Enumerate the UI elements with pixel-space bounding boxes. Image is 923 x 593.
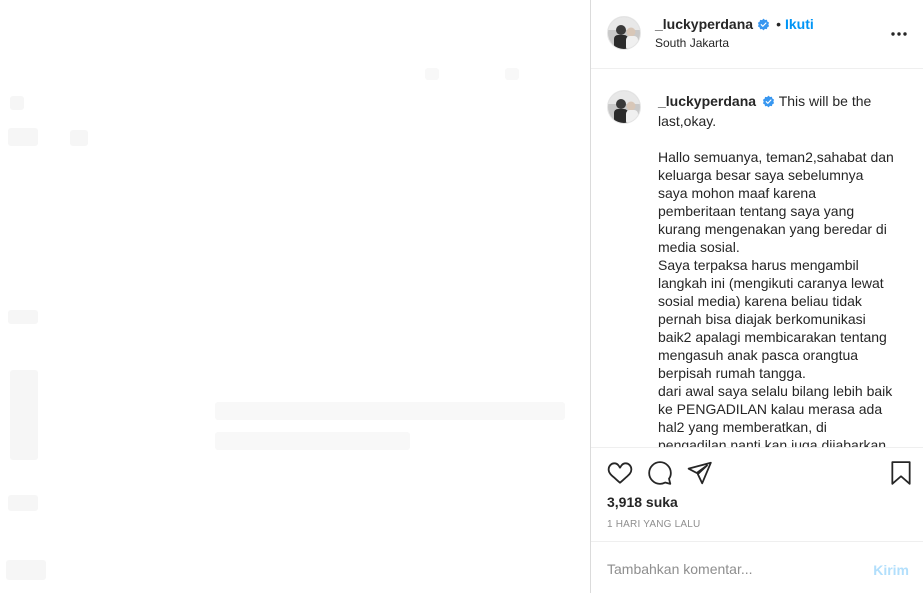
post-caption: _luckyperdana This will be the last,okay…: [658, 92, 896, 447]
separator-dot: •: [776, 16, 781, 32]
media-artifact: [70, 130, 88, 146]
media-artifact: [10, 96, 24, 110]
username-link[interactable]: _luckyperdana: [655, 16, 753, 32]
media-artifact: [215, 432, 410, 450]
caption-username-link[interactable]: _luckyperdana: [658, 93, 756, 109]
media-artifact: [8, 310, 38, 324]
post-timestamp[interactable]: 1 HARI YANG LALU: [607, 519, 700, 530]
comment-divider: [591, 541, 923, 542]
media-artifact: [6, 560, 46, 580]
heart-icon[interactable]: [607, 460, 633, 491]
media-artifact: [425, 68, 439, 80]
location-link[interactable]: South Jakarta: [655, 36, 729, 50]
media-artifact: [505, 68, 519, 80]
share-icon[interactable]: [687, 460, 713, 491]
follow-button[interactable]: Ikuti: [785, 16, 814, 32]
media-artifact: [8, 495, 38, 511]
more-options-icon[interactable]: [889, 24, 909, 44]
post-header: _luckyperdana • Ikuti South Jakarta: [591, 0, 923, 69]
media-artifact: [8, 128, 38, 146]
actions-divider: [591, 447, 923, 448]
media-artifact: [10, 370, 38, 460]
comment-input[interactable]: [607, 558, 847, 580]
header-user-row: _luckyperdana • Ikuti: [655, 16, 814, 34]
likes-count[interactable]: 3,918 suka: [607, 494, 678, 510]
caption-avatar[interactable]: [607, 90, 641, 124]
post-details-panel: _luckyperdana • Ikuti South Jakarta _lucky…: [591, 0, 923, 593]
verified-badge-icon: [757, 18, 770, 34]
post-comment-button[interactable]: Kirim: [873, 562, 909, 578]
bookmark-icon[interactable]: [888, 460, 914, 491]
avatar[interactable]: [607, 16, 641, 50]
verified-badge-icon: [762, 94, 775, 112]
comment-bubble-icon[interactable]: [647, 460, 673, 491]
post-media[interactable]: [0, 0, 590, 593]
media-artifact: [215, 402, 565, 420]
caption-body: Hallo semuanya, teman2,sahabat dan kelua…: [658, 149, 894, 447]
comments-section[interactable]: _luckyperdana This will be the last,okay…: [591, 70, 923, 447]
